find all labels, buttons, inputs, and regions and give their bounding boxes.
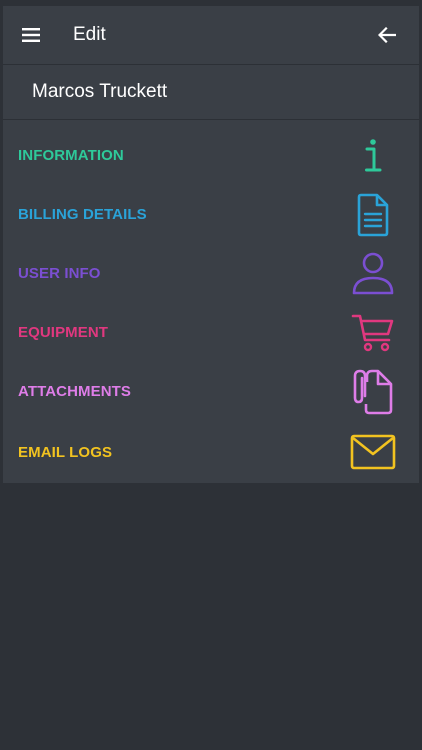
menu-item-attachments[interactable]: ATTACHMENTS xyxy=(3,362,419,421)
menu-button[interactable] xyxy=(3,6,59,64)
app-frame: Edit Marcos Truckett INFORMATION BILLING… xyxy=(0,0,422,750)
document-icon xyxy=(349,191,397,239)
customer-header: Marcos Truckett xyxy=(3,65,419,120)
customer-name: Marcos Truckett xyxy=(32,81,168,102)
page-title: Edit xyxy=(73,24,106,45)
menu-item-label: BILLING DETAILS xyxy=(18,206,147,223)
menu-item-billing-details[interactable]: BILLING DETAILS xyxy=(3,185,419,244)
menu-item-user-info[interactable]: USER INFO xyxy=(3,244,419,303)
envelope-icon xyxy=(349,428,397,476)
attachment-icon xyxy=(349,368,397,416)
menu-item-email-logs[interactable]: EMAIL LOGS xyxy=(3,421,419,483)
edit-menu-list: INFORMATION BILLING DETAILS USER INFO EQ… xyxy=(3,120,419,483)
menu-item-label: USER INFO xyxy=(18,265,101,282)
cart-icon xyxy=(349,309,397,357)
arrow-left-icon xyxy=(378,27,396,43)
user-icon xyxy=(349,250,397,298)
menu-item-equipment[interactable]: EQUIPMENT xyxy=(3,303,419,362)
menu-item-label: INFORMATION xyxy=(18,147,124,164)
menu-item-information[interactable]: INFORMATION xyxy=(3,126,419,185)
menu-item-label: ATTACHMENTS xyxy=(18,383,132,400)
app-bar: Edit xyxy=(3,6,419,65)
menu-item-label: EMAIL LOGS xyxy=(18,443,113,461)
back-button[interactable] xyxy=(365,6,409,64)
hamburger-menu-icon xyxy=(22,28,40,42)
edit-screen: Edit Marcos Truckett INFORMATION BILLING… xyxy=(3,6,419,750)
info-icon xyxy=(349,132,397,180)
menu-item-label: EQUIPMENT xyxy=(18,324,109,341)
